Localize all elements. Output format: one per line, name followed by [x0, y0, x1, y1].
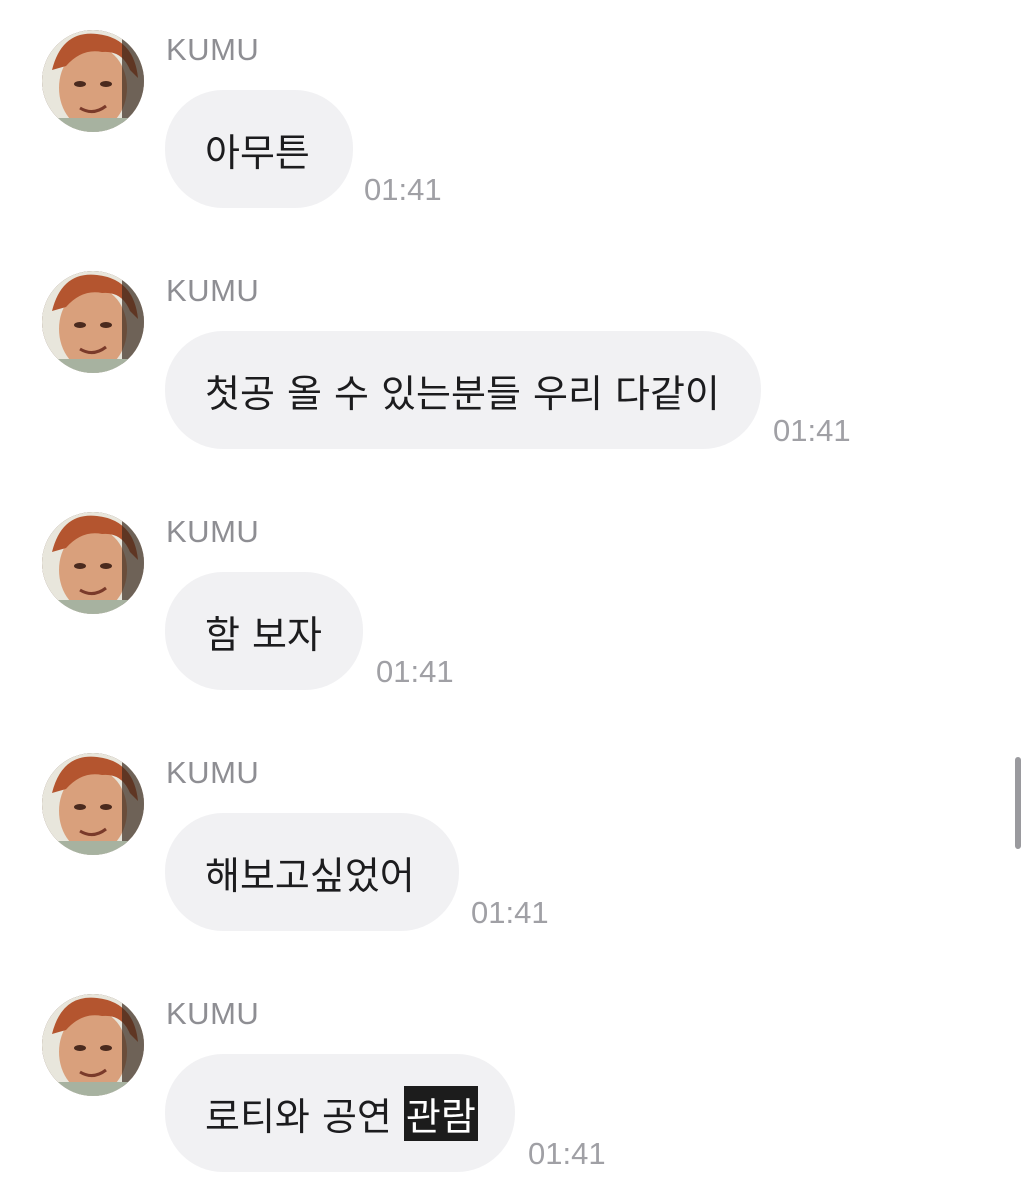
avatar[interactable]	[42, 994, 144, 1096]
sender-name: KUMU	[166, 273, 260, 308]
chat-message: KUMU 로티와 공연 관람 01:41	[0, 994, 1000, 1194]
message-text: 아무튼	[205, 130, 310, 175]
avatar[interactable]	[42, 271, 144, 373]
chat-message: KUMU 함 보자 01:41	[0, 512, 1000, 712]
chat-message: KUMU 아무튼 01:41	[0, 30, 1000, 230]
chat-message: KUMU 첫공 올 수 있는분들 우리 다같이 01:41	[0, 271, 1000, 471]
message-time: 01:41	[773, 413, 851, 448]
avatar[interactable]	[42, 512, 144, 614]
chat-message-list[interactable]: KUMU 아무튼 01:41 KUMU 첫공 올 수 있는분들 우리 다같이 0…	[0, 0, 1025, 1200]
message-text: 첫공 올 수 있는분들 우리 다같이	[205, 371, 720, 416]
highlighted-text: 관람	[403, 1085, 478, 1141]
profile-photo-icon	[42, 512, 144, 614]
scrollbar[interactable]	[1015, 757, 1021, 849]
profile-photo-icon	[42, 994, 144, 1096]
message-time: 01:41	[376, 654, 454, 689]
message-bubble[interactable]: 해보고싶었어	[165, 813, 459, 931]
profile-photo-icon	[42, 271, 144, 373]
avatar[interactable]	[42, 30, 144, 132]
message-text: 함 보자	[205, 612, 322, 657]
chat-message: KUMU 해보고싶었어 01:41	[0, 753, 1000, 953]
message-time: 01:41	[364, 172, 442, 207]
message-text: 해보고싶었어	[205, 853, 415, 898]
avatar[interactable]	[42, 753, 144, 855]
message-bubble[interactable]: 로티와 공연 관람	[165, 1054, 515, 1172]
profile-photo-icon	[42, 753, 144, 855]
message-bubble[interactable]: 첫공 올 수 있는분들 우리 다같이	[165, 331, 761, 449]
profile-photo-icon	[42, 30, 144, 132]
sender-name: KUMU	[166, 514, 260, 549]
sender-name: KUMU	[166, 996, 260, 1031]
message-bubble[interactable]: 함 보자	[165, 572, 363, 690]
sender-name: KUMU	[166, 32, 260, 67]
message-bubble[interactable]: 아무튼	[165, 90, 353, 208]
message-time: 01:41	[471, 895, 549, 930]
sender-name: KUMU	[166, 755, 260, 790]
message-time: 01:41	[528, 1136, 606, 1171]
message-text: 로티와 공연	[205, 1094, 392, 1139]
